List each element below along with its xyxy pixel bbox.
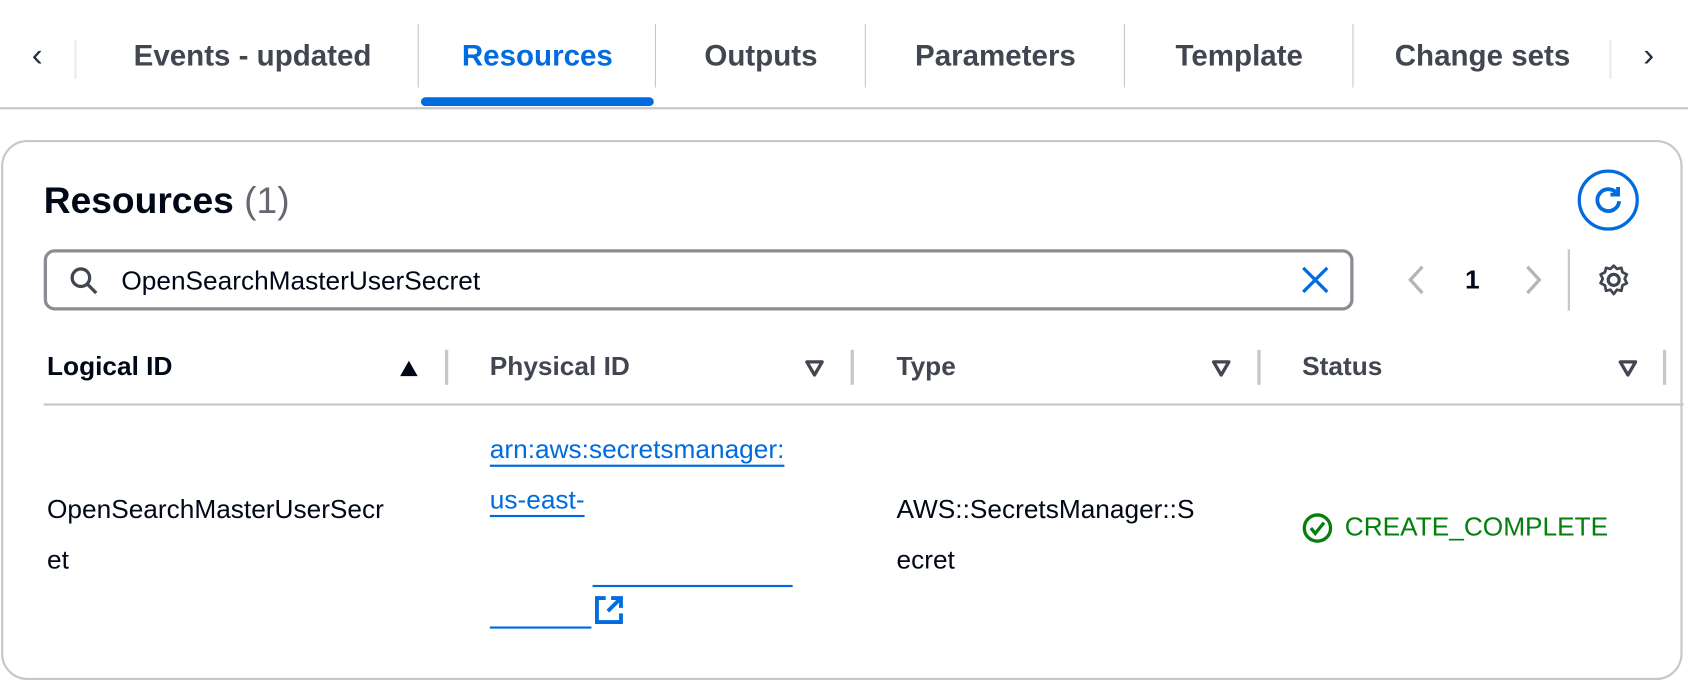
page-number[interactable]: 1	[1465, 266, 1480, 297]
active-tab-indicator	[420, 97, 654, 107]
panel-title-text: Resources	[43, 180, 234, 222]
tab-resources[interactable]: Resources	[417, 24, 656, 88]
search-input[interactable]	[119, 263, 1283, 301]
sort-icon[interactable]	[1210, 359, 1232, 379]
link-underline	[592, 584, 793, 588]
column-resizer[interactable]	[1662, 349, 1667, 385]
refresh-button[interactable]	[1577, 169, 1639, 231]
physical-id-link[interactable]: us-east-	[490, 476, 785, 526]
logical-id-text: OpenSearchMasterUserSecr	[47, 495, 384, 525]
column-header-type[interactable]: Type	[897, 352, 956, 383]
chevron-right-icon: ›	[1643, 37, 1655, 74]
column-header-status[interactable]: Status	[1302, 352, 1382, 383]
column-resizer[interactable]	[1257, 349, 1261, 385]
scroll-left-button[interactable]: ‹	[15, 24, 59, 87]
clear-icon[interactable]	[1300, 265, 1331, 296]
divider	[1567, 249, 1570, 311]
chevron-left-icon: ‹	[31, 37, 43, 74]
next-page-button[interactable]	[1520, 262, 1546, 297]
type-cell: AWS::SecretsManager::S ecret	[897, 485, 1195, 586]
panel-title: Resources (1)	[44, 180, 290, 223]
type-text: ecret	[896, 545, 955, 576]
column-header-logical-id[interactable]: Logical ID	[47, 352, 172, 383]
link-underline	[489, 626, 592, 629]
header-divider	[43, 403, 1684, 406]
status-badge: CREATE_COMPLETE	[1301, 512, 1608, 545]
previous-page-button[interactable]	[1404, 262, 1430, 297]
tab-outputs[interactable]: Outputs	[654, 24, 866, 88]
search-icon	[70, 267, 98, 295]
tab-change-sets[interactable]: Change sets	[1352, 24, 1611, 88]
divider	[1609, 39, 1612, 79]
refresh-icon	[1595, 186, 1622, 213]
physical-id-link[interactable]: arn:aws:secretsmanager:	[490, 425, 785, 475]
success-check-icon	[1302, 513, 1333, 543]
search-field	[43, 249, 1354, 311]
tab-bar: ‹ Events - updated Resources Outputs Par…	[0, 0, 1688, 110]
tab-template[interactable]: Template	[1123, 24, 1354, 88]
divider	[74, 39, 77, 79]
settings-gear-icon[interactable]	[1596, 262, 1631, 297]
status-text: CREATE_COMPLETE	[1344, 512, 1609, 543]
logical-id-cell: OpenSearchMasterUserSecr et	[47, 485, 384, 586]
tab-events[interactable]: Events - updated	[87, 24, 417, 87]
sort-icon[interactable]	[1617, 359, 1639, 379]
resource-count: (1)	[244, 180, 290, 222]
scroll-right-button[interactable]: ›	[1627, 24, 1671, 87]
column-resizer[interactable]	[850, 349, 854, 385]
physical-id-cell: arn:aws:secretsmanager: us-east-	[490, 425, 785, 526]
type-text: AWS::SecretsManager::S	[896, 495, 1195, 525]
tab-parameters[interactable]: Parameters	[864, 24, 1125, 88]
sort-ascending-icon[interactable]	[398, 359, 420, 379]
sort-icon[interactable]	[804, 359, 826, 379]
column-header-physical-id[interactable]: Physical ID	[490, 352, 630, 383]
external-link-icon[interactable]	[594, 595, 625, 626]
logical-id-text: et	[47, 545, 69, 576]
column-resizer[interactable]	[444, 349, 449, 385]
